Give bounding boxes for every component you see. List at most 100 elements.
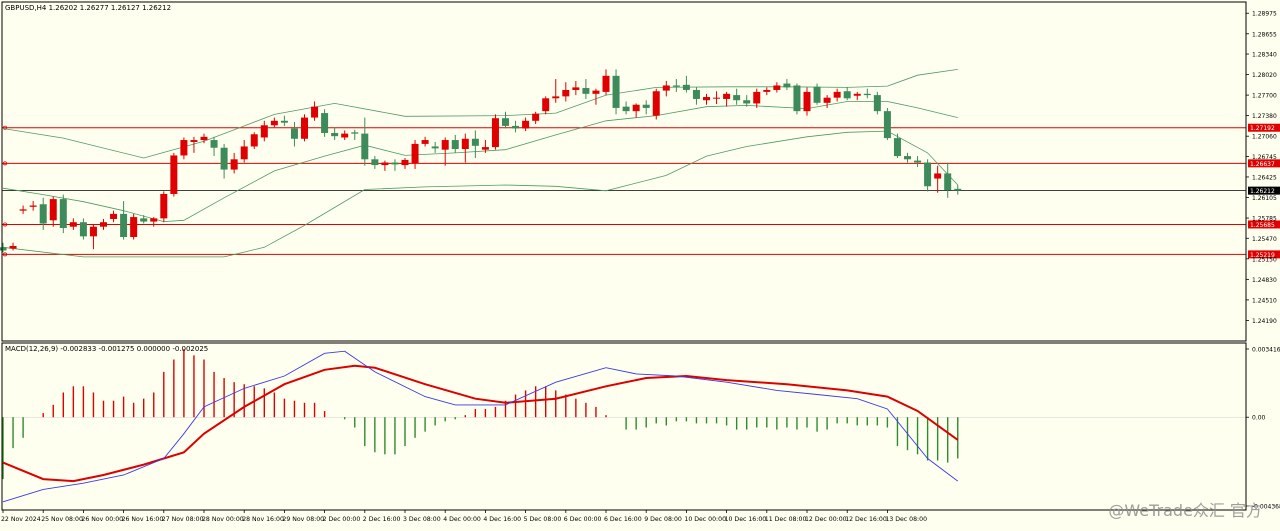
- bullish-candle: [552, 96, 560, 99]
- bullish-candle: [823, 97, 831, 103]
- time-axis-label: 27 Nov 08:00: [162, 516, 204, 523]
- time-axis-label: 26 Nov 16:00: [122, 516, 164, 523]
- price-axis-label: 1.25785: [1252, 216, 1277, 223]
- bearish-candle: [290, 128, 298, 139]
- bearish-candle: [351, 132, 359, 134]
- bearish-candle: [642, 104, 650, 108]
- bearish-candle: [783, 83, 791, 88]
- macd-header: MACD(12,26,9) -0.002833 -0.001275 0.0000…: [5, 345, 208, 353]
- time-axis-label: 12 Dec 00:00: [805, 516, 847, 523]
- bullish-candle: [100, 222, 107, 227]
- bullish-candle: [853, 93, 861, 96]
- time-axis-label: 10 Dec 00:00: [684, 516, 726, 523]
- bearish-candle: [843, 91, 851, 99]
- bearish-candle: [672, 85, 680, 87]
- time-axis-label: 25 Nov 08:00: [41, 516, 83, 523]
- bearish-candle: [793, 85, 801, 112]
- bullish-candle: [572, 87, 580, 90]
- time-axis-label: 22 Nov 2024: [1, 516, 41, 523]
- bullish-candle: [9, 245, 17, 249]
- bearish-candle: [733, 95, 741, 101]
- bearish-candle: [210, 140, 218, 148]
- bearish-candle: [471, 138, 479, 146]
- bullish-candle: [110, 213, 118, 220]
- bearish-candle: [79, 222, 87, 237]
- bullish-candle: [562, 89, 570, 97]
- bearish-candle: [391, 162, 399, 165]
- time-axis-label: 2 Dec 16:00: [363, 516, 401, 523]
- time-axis-label: 6 Dec 16:00: [604, 516, 642, 523]
- price-axis-label: 1.24510: [1252, 297, 1277, 304]
- bearish-candle: [0, 247, 7, 251]
- bearish-candle: [924, 162, 932, 187]
- time-axis-label: 2 Dec 00:00: [323, 516, 361, 523]
- bullish-candle: [602, 75, 610, 92]
- bearish-candle: [59, 199, 67, 228]
- level-price-label: 1.27192: [1250, 125, 1275, 132]
- price-axis-label: 1.28340: [1252, 52, 1277, 59]
- bullish-candle: [160, 193, 168, 219]
- bearish-candle: [502, 118, 509, 126]
- level-price-label: 1.25685: [1250, 222, 1275, 229]
- bullish-candle: [632, 104, 640, 112]
- bearish-candle: [904, 156, 911, 160]
- bullish-candle: [461, 138, 469, 150]
- chart-background: [0, 0, 1280, 527]
- bullish-candle: [441, 140, 449, 150]
- bearish-candle: [140, 218, 148, 222]
- time-axis-label: 5 Dec 08:00: [524, 516, 562, 523]
- bullish-candle: [190, 140, 198, 142]
- bearish-candle: [883, 111, 891, 139]
- time-axis-label: 26 Nov 00:00: [81, 516, 123, 523]
- bullish-candle: [89, 226, 97, 237]
- chart-canvas[interactable]: 1.271921.266371.256851.252191.262121.289…: [0, 0, 1280, 527]
- bullish-candle: [29, 205, 37, 207]
- bearish-candle: [361, 133, 369, 160]
- bearish-candle: [873, 95, 881, 112]
- time-axis-label: 10 Dec 16:00: [725, 516, 767, 523]
- bearish-candle: [371, 159, 379, 166]
- bearish-candle: [220, 147, 228, 170]
- bullish-candle: [652, 91, 660, 116]
- bullish-candle: [542, 98, 550, 112]
- bearish-candle: [954, 188, 962, 191]
- bullish-candle: [803, 91, 811, 112]
- macd-axis-label: 0.00: [1252, 415, 1266, 422]
- bearish-candle: [692, 89, 700, 99]
- bearish-candle: [39, 204, 47, 224]
- bullish-candle: [421, 140, 429, 144]
- bullish-candle: [270, 120, 278, 126]
- bearish-candle: [321, 113, 329, 133]
- time-axis-label: 6 Dec 00:00: [564, 516, 602, 523]
- bullish-candle: [150, 218, 158, 222]
- bearish-candle: [280, 120, 288, 123]
- bullish-candle: [491, 118, 499, 148]
- watermark: @WeTrade众汇 官方: [1108, 501, 1262, 520]
- bullish-candle: [753, 91, 761, 104]
- bullish-candle: [481, 147, 489, 150]
- bullish-candle: [230, 159, 238, 170]
- price-axis-label: 1.28020: [1252, 72, 1277, 79]
- time-axis-label: 9 Dec 08:00: [644, 516, 682, 523]
- price-axis-label: 1.25470: [1252, 236, 1277, 243]
- bearish-candle: [451, 140, 459, 150]
- bearish-candle: [512, 125, 520, 129]
- bearish-candle: [893, 138, 901, 157]
- price-axis-label: 1.27380: [1252, 113, 1277, 120]
- bearish-candle: [682, 84, 690, 90]
- price-axis-label: 1.28975: [1252, 11, 1277, 18]
- price-axis-label: 1.26745: [1252, 154, 1277, 161]
- price-axis-label: 1.24190: [1252, 318, 1277, 325]
- bullish-candle: [49, 199, 57, 221]
- bullish-candle: [713, 97, 721, 99]
- bullish-candle: [240, 146, 248, 160]
- level-price-label: 1.26637: [1250, 161, 1275, 168]
- bearish-candle: [120, 213, 128, 237]
- bullish-candle: [341, 133, 349, 138]
- time-axis-label: 28 Nov 16:00: [242, 516, 284, 523]
- time-axis-label: 4 Dec 00:00: [443, 516, 481, 523]
- bullish-candle: [260, 125, 268, 138]
- bearish-candle: [813, 86, 821, 103]
- bullish-candle: [723, 93, 731, 99]
- bullish-candle: [170, 155, 178, 194]
